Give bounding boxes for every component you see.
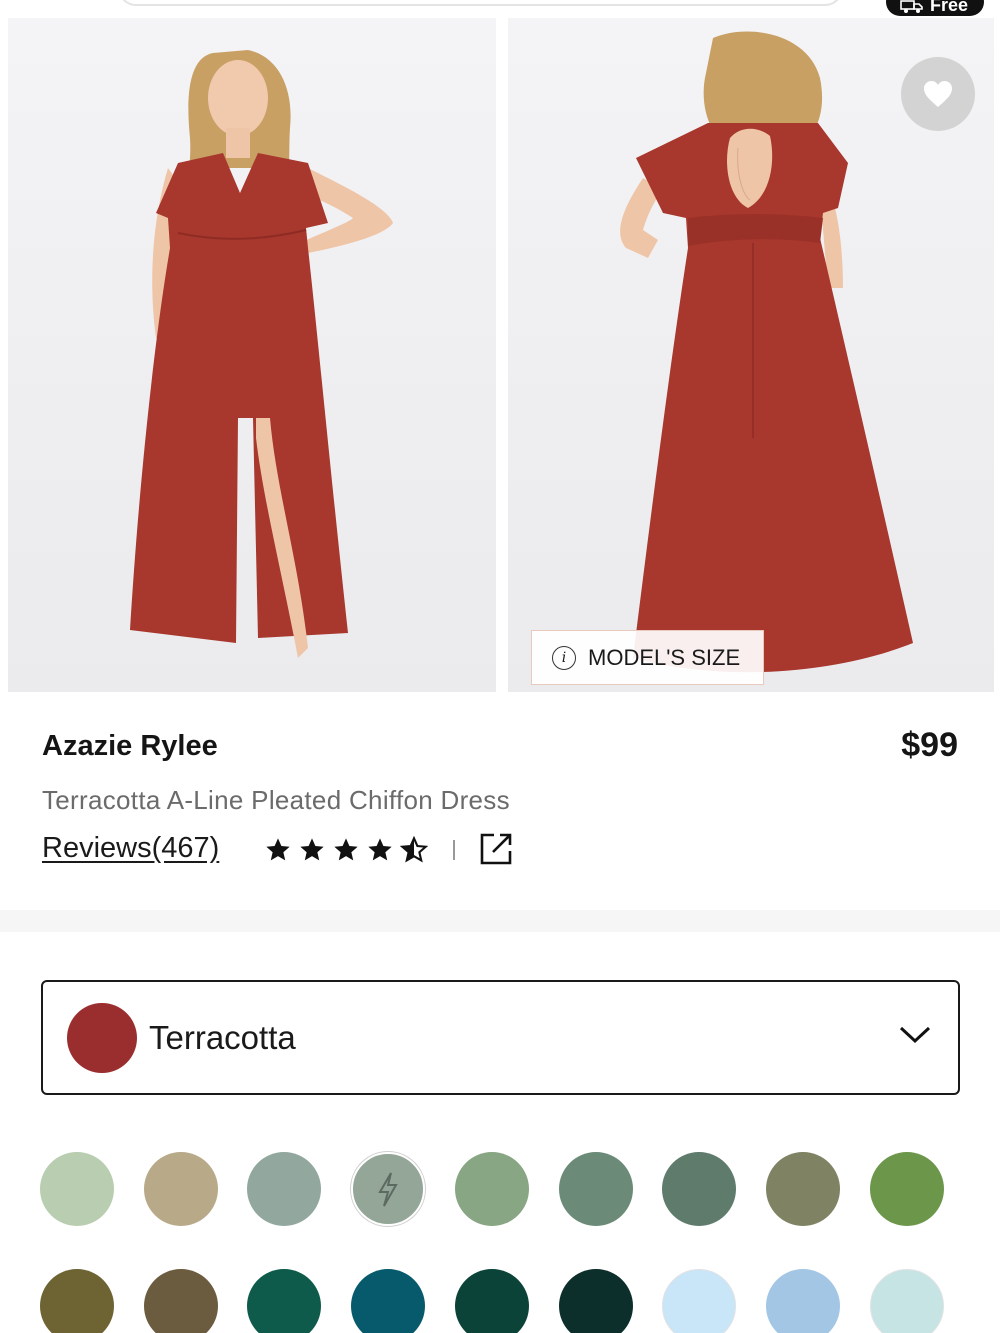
star-full-icon — [368, 838, 392, 861]
dress-front-illustration — [130, 50, 393, 658]
section-divider — [0, 910, 1000, 932]
color-swatch[interactable] — [455, 1269, 529, 1333]
heart-icon — [924, 81, 952, 107]
color-swatch[interactable] — [870, 1152, 944, 1226]
color-swatch[interactable] — [247, 1152, 321, 1226]
selected-color-label: Terracotta — [149, 1018, 296, 1056]
models-size-button[interactable]: i MODEL'S SIZE — [531, 630, 764, 685]
color-swatch[interactable] — [455, 1152, 529, 1226]
free-badge-label: Free — [930, 0, 969, 15]
lightning-icon — [378, 1172, 398, 1207]
color-dropdown[interactable]: Terracotta — [41, 980, 960, 1095]
product-gallery[interactable]: i MODEL'S SIZE — [0, 18, 1000, 692]
color-swatch[interactable] — [870, 1269, 944, 1333]
rating-stars — [264, 836, 428, 864]
external-link-icon[interactable] — [479, 832, 513, 866]
chevron-down-icon — [899, 1026, 931, 1044]
product-subtitle: Terracotta A-Line Pleated Chiffon Dress — [42, 785, 510, 815]
product-image-front[interactable] — [8, 18, 496, 692]
top-bar: Free — [0, 0, 1000, 18]
color-swatch[interactable] — [662, 1269, 736, 1333]
product-price: $99 — [901, 726, 958, 764]
color-swatch[interactable] — [559, 1152, 633, 1226]
selected-color-swatch — [67, 1002, 137, 1073]
dress-back — [633, 123, 913, 673]
color-swatch[interactable] — [766, 1152, 840, 1226]
color-swatch[interactable] — [766, 1269, 840, 1333]
star-full-icon — [300, 838, 324, 861]
divider — [453, 840, 455, 860]
info-icon: i — [552, 645, 576, 670]
color-swatch[interactable] — [559, 1269, 633, 1333]
color-selector-section: Terracotta — [0, 932, 1000, 1333]
favorite-button[interactable] — [901, 57, 975, 131]
color-swatch[interactable] — [40, 1269, 114, 1333]
color-swatch[interactable] — [144, 1269, 218, 1333]
star-full-icon — [334, 838, 358, 861]
reviews-link[interactable]: Reviews(467) — [42, 832, 219, 865]
product-title: Azazie Rylee — [42, 730, 218, 762]
color-swatch[interactable] — [40, 1152, 114, 1226]
star-full-icon — [266, 838, 290, 861]
free-shipping-badge: Free — [886, 0, 984, 16]
search-bar[interactable] — [118, 0, 843, 6]
color-swatch[interactable] — [351, 1269, 425, 1333]
truck-icon — [900, 0, 923, 13]
star-half-icon — [400, 836, 428, 863]
color-swatch[interactable] — [662, 1152, 736, 1226]
product-info: Azazie Rylee $99 Terracotta A-Line Pleat… — [0, 692, 1000, 910]
color-swatch[interactable] — [144, 1152, 218, 1226]
models-size-label: MODEL'S SIZE — [588, 644, 741, 670]
color-swatch[interactable] — [247, 1269, 321, 1333]
color-swatch[interactable] — [351, 1152, 425, 1226]
